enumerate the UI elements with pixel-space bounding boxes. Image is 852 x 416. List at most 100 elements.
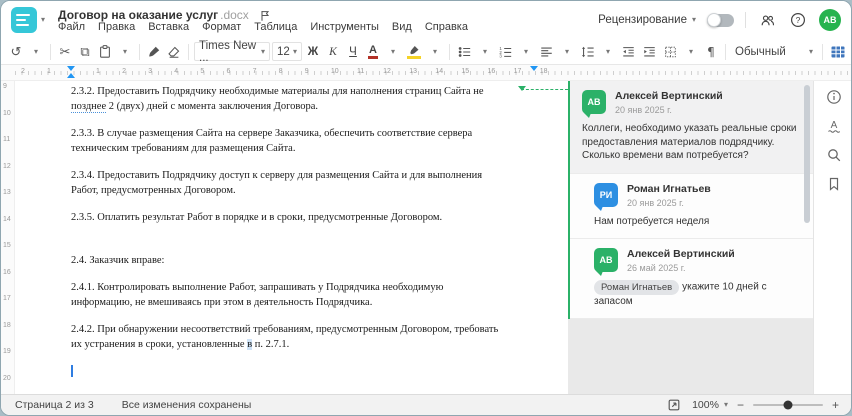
zoom-caret-icon[interactable]: ▾ bbox=[724, 401, 728, 409]
comment-card[interactable]: АВ Алексей Вертинский 20 янв 2025 г. Коллег… bbox=[570, 81, 813, 174]
font-color-button[interactable]: А bbox=[364, 42, 382, 62]
first-line-indent-marker[interactable] bbox=[67, 66, 75, 71]
document-paragraph[interactable]: 2.4.2. При обнаружении несоответствий тр… bbox=[71, 323, 550, 352]
ruler-number: 14 bbox=[435, 68, 444, 75]
avatar-tail-icon bbox=[596, 205, 603, 211]
review-mode-label[interactable]: Рецензирование bbox=[598, 14, 687, 26]
document-paragraph[interactable]: 2.3.3. В случае размещения Сайта на серв… bbox=[71, 127, 550, 156]
svg-text:А: А bbox=[830, 120, 837, 131]
align-button[interactable] bbox=[537, 42, 556, 62]
menu-item-Вставка[interactable]: Вставка bbox=[148, 21, 189, 33]
table-caret-icon[interactable]: ▾ bbox=[850, 42, 851, 62]
help-icon[interactable]: ? bbox=[788, 10, 808, 30]
cut-button[interactable]: ✂ bbox=[56, 42, 74, 62]
borders-caret-icon[interactable]: ▾ bbox=[682, 42, 700, 62]
increase-indent-button[interactable] bbox=[640, 42, 659, 62]
bookmark-icon[interactable] bbox=[825, 175, 843, 193]
underline-button[interactable]: Ч bbox=[344, 42, 362, 62]
review-caret-icon[interactable]: ▾ bbox=[692, 16, 696, 24]
page-indicator[interactable]: Страница 2 из 3 bbox=[15, 399, 94, 411]
document-paragraph[interactable]: 2.4.1. Контролировать выполнение Работ, … bbox=[71, 281, 550, 310]
comment-date: 20 янв 2025 г. bbox=[615, 105, 672, 115]
review-toggle[interactable] bbox=[707, 12, 734, 27]
paste-caret-icon[interactable]: ▾ bbox=[116, 42, 134, 62]
ruler-number: 5 bbox=[200, 68, 205, 75]
italic-button[interactable]: К bbox=[324, 42, 342, 62]
undo-caret-icon[interactable]: ▾ bbox=[27, 42, 45, 62]
fit-to-width-icon[interactable] bbox=[665, 396, 683, 414]
bullet-list-caret-icon[interactable]: ▾ bbox=[476, 42, 494, 62]
logo-caret-icon[interactable]: ▾ bbox=[41, 16, 45, 24]
spellcheck-icon[interactable]: А bbox=[825, 117, 843, 135]
horizontal-ruler[interactable]: 2 1 1 2 3 4 5 6 7 8 9 10 11 12 13 14 15 16 17 18 bbox=[15, 65, 851, 80]
zoom-slider[interactable] bbox=[752, 400, 823, 410]
font-color-caret-icon[interactable]: ▾ bbox=[384, 42, 402, 62]
user-avatar[interactable]: АВ bbox=[819, 9, 841, 31]
hanging-indent-marker[interactable] bbox=[67, 73, 75, 78]
ruler-number: 12 bbox=[383, 68, 391, 75]
editor-window: ▾ Договор на оказание услуг .docx Файл Пра… bbox=[0, 0, 852, 416]
clear-style-button[interactable] bbox=[165, 42, 183, 62]
format-painter-button[interactable] bbox=[145, 42, 163, 62]
paste-button[interactable] bbox=[96, 42, 114, 62]
paragraph-borders-button[interactable] bbox=[661, 42, 680, 62]
comment-text: Коллеги, необходимо указать реальные сро… bbox=[582, 123, 797, 161]
document-paragraph[interactable]: 2.3.2. Предоставить Подрядчику необходим… bbox=[71, 85, 550, 114]
document-line: 2.4.1. Контролировать выполнение Работ, … bbox=[71, 282, 444, 293]
bold-button[interactable]: Ж bbox=[304, 42, 322, 62]
ruler-number: 7 bbox=[252, 68, 257, 75]
highlight-color-button[interactable] bbox=[404, 42, 424, 62]
document-line: информацию, не вмешиваясь при этом в дея… bbox=[71, 296, 373, 308]
collaboration-users-icon[interactable] bbox=[757, 10, 777, 30]
numbered-list-button[interactable]: 123 bbox=[496, 42, 515, 62]
comment-meta: Алексей Вертинский 26 май 2025 г. bbox=[627, 248, 735, 273]
document-paragraph[interactable]: 2.3.5. Оплатить результат Работ в порядк… bbox=[71, 211, 550, 226]
zoom-out-button[interactable]: − bbox=[737, 398, 744, 412]
insert-table-button[interactable] bbox=[828, 42, 848, 62]
menu-item-Инструменты[interactable]: Инструменты bbox=[310, 21, 379, 33]
copy-button[interactable]: ⧉ bbox=[76, 42, 94, 62]
ruler-number: 14 bbox=[3, 215, 11, 223]
document-line: 2.4. Заказчик вправе: bbox=[71, 254, 165, 266]
vertical-scrollbar[interactable] bbox=[804, 85, 810, 223]
menu-item-Файл[interactable]: Файл bbox=[58, 21, 85, 33]
toolbar: ↺ ▾ ✂ ⧉ ▾ Times New ... ▾ 12 ▾ Ж К Ч А ▾ ▾ bbox=[1, 39, 851, 65]
document-paragraph[interactable]: 2.4. Заказчик вправе: bbox=[71, 254, 550, 269]
align-caret-icon[interactable]: ▾ bbox=[558, 42, 576, 62]
menu-item-Таблица[interactable]: Таблица bbox=[254, 21, 297, 33]
bullet-list-button[interactable] bbox=[455, 42, 474, 62]
document-info-icon[interactable] bbox=[825, 88, 843, 106]
document-page[interactable]: 2.3.2. Предоставить Подрядчику необходим… bbox=[15, 81, 568, 394]
search-icon[interactable] bbox=[825, 146, 843, 164]
document-line: Работ, предусмотренных Договором. bbox=[71, 184, 236, 196]
font-name-select[interactable]: Times New ... ▾ bbox=[194, 40, 270, 64]
paragraph-style-select[interactable]: Обычный ▾ bbox=[731, 42, 817, 62]
ruler-number: 13 bbox=[3, 189, 11, 196]
show-paragraph-marks-button[interactable]: ¶ bbox=[702, 42, 720, 62]
ruler-number: 18 bbox=[3, 321, 11, 329]
decrease-indent-button[interactable] bbox=[619, 42, 638, 62]
zoom-level[interactable]: 100% bbox=[692, 399, 719, 411]
line-spacing-caret-icon[interactable]: ▾ bbox=[599, 42, 617, 62]
document-paragraph[interactable]: 2.3.4. Предоставить Подрядчику доступ к … bbox=[71, 169, 550, 198]
font-size-select[interactable]: 12 ▾ bbox=[272, 42, 302, 61]
menu-item-Справка[interactable]: Справка bbox=[425, 21, 468, 33]
highlight-caret-icon[interactable]: ▾ bbox=[426, 42, 444, 62]
comment-card[interactable]: АВ Алексей Вертинский 26 май 2025 г. Роман … bbox=[570, 239, 813, 319]
zoom-slider-knob[interactable] bbox=[783, 400, 793, 410]
document-content[interactable]: 2.3.2. Предоставить Подрядчику необходим… bbox=[15, 81, 568, 377]
menu-item-Вид[interactable]: Вид bbox=[392, 21, 412, 33]
menu-item-Правка[interactable]: Правка bbox=[98, 21, 135, 33]
mention-chip[interactable]: Роман Игнатьев bbox=[594, 280, 680, 295]
menu-item-Формат[interactable]: Формат bbox=[202, 21, 241, 33]
vertical-ruler[interactable]: 9 10 11 12 13 14 15 16 17 18 19 20 bbox=[1, 81, 15, 394]
comment-card[interactable]: РИ Роман Игнатьев 20 янв 2025 г. Нам потреб… bbox=[570, 173, 813, 239]
comment-meta: Роман Игнатьев 20 янв 2025 г. bbox=[627, 183, 711, 208]
app-logo-icon[interactable] bbox=[11, 7, 37, 33]
right-indent-marker[interactable] bbox=[530, 66, 538, 71]
undo-button[interactable]: ↺ bbox=[7, 42, 25, 62]
numbered-list-caret-icon[interactable]: ▾ bbox=[517, 42, 535, 62]
zoom-in-button[interactable]: + bbox=[832, 398, 839, 412]
line-spacing-button[interactable] bbox=[578, 42, 597, 62]
ruler-number: 4 bbox=[174, 68, 179, 75]
